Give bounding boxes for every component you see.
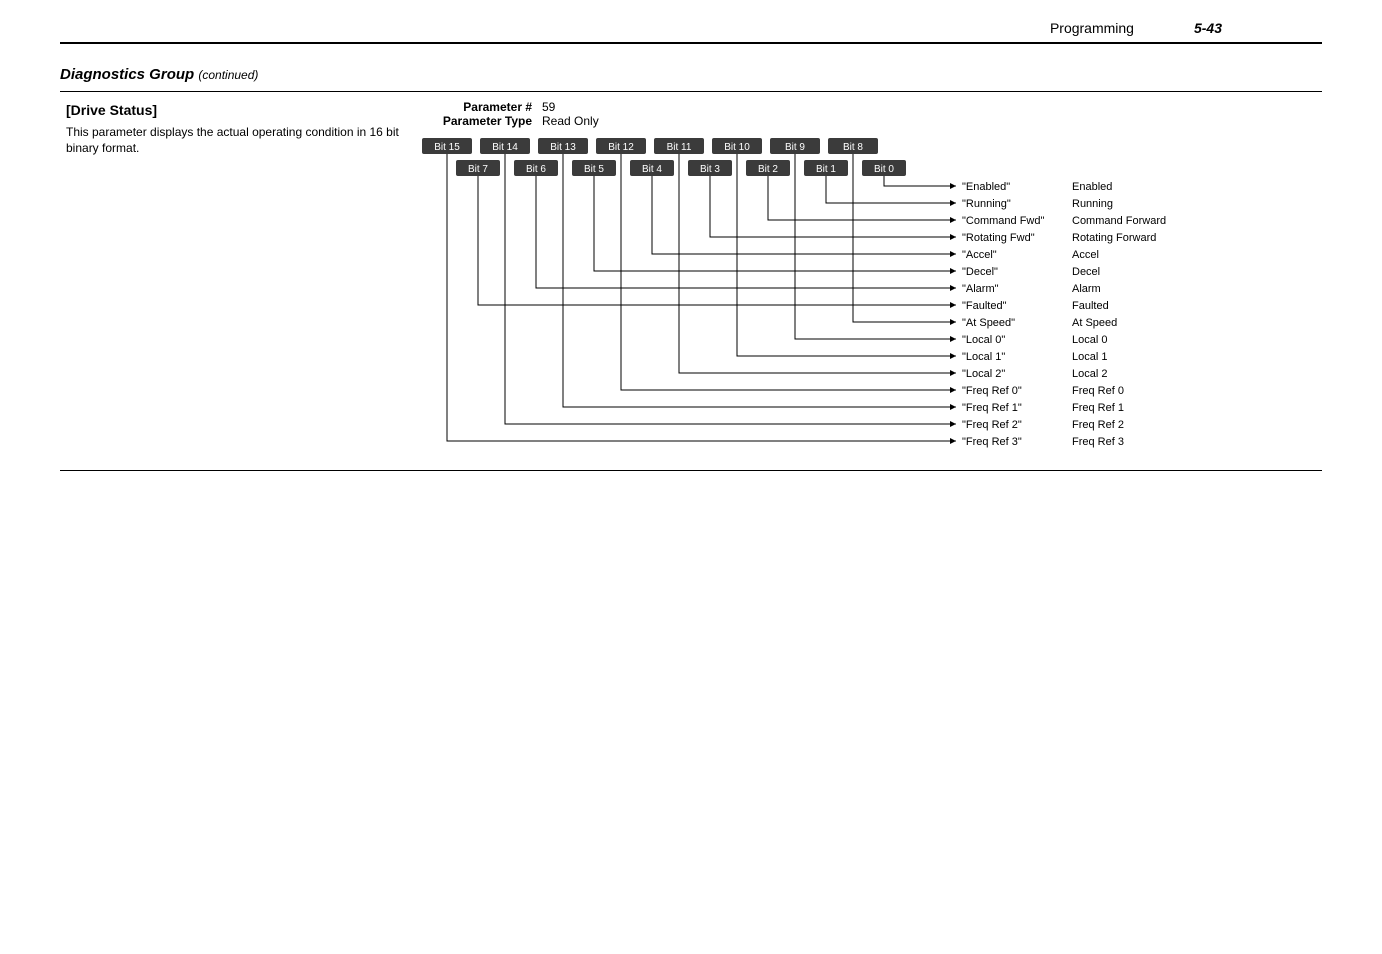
bit-chip-bottom-label: Bit 6 (526, 164, 546, 175)
bit-chip-top-label: Bit 14 (492, 142, 518, 153)
bit-description: Local 2 (1072, 368, 1107, 380)
bit-wire (795, 154, 956, 339)
parameter-block: [Drive Status] This parameter displays t… (60, 91, 1322, 471)
page-header: Programming 5-43 (60, 0, 1322, 44)
page-number: 5-43 (1194, 20, 1222, 36)
bit-wire (884, 176, 956, 186)
bit-wire (853, 154, 956, 322)
bit-wire (621, 154, 956, 390)
bit-description: Freq Ref 1 (1072, 402, 1124, 414)
parameter-left-panel: [Drive Status] This parameter displays t… (60, 98, 422, 470)
bit-wire (737, 154, 956, 356)
bit-label: "Rotating Fwd" (962, 232, 1035, 244)
bit-wire (768, 176, 956, 220)
bit-chip-bottom-label: Bit 0 (874, 164, 894, 175)
parameter-right-panel: Parameter # 59 Parameter Type Read Only … (422, 98, 1322, 470)
bit-description: Enabled (1072, 181, 1112, 193)
bit-label: "Freq Ref 0" (962, 385, 1022, 397)
bit-label: "Freq Ref 1" (962, 402, 1022, 414)
bit-wire (710, 176, 956, 237)
bit-wire (679, 154, 956, 373)
bit-wire (478, 176, 956, 305)
param-type-label: Parameter Type (422, 114, 542, 128)
bit-chip-bottom-label: Bit 1 (816, 164, 836, 175)
chapter-title: Programming (1050, 20, 1134, 36)
bit-label: "Local 0" (962, 334, 1005, 346)
bit-description: Rotating Forward (1072, 232, 1156, 244)
bit-label: "Local 2" (962, 368, 1005, 380)
bit-description: Alarm (1072, 283, 1101, 295)
bit-chip-bottom-label: Bit 3 (700, 164, 720, 175)
bit-chip-bottom-label: Bit 5 (584, 164, 604, 175)
bit-wire (826, 176, 956, 203)
bit-description: Freq Ref 2 (1072, 419, 1124, 431)
bit-chip-top-label: Bit 13 (550, 142, 576, 153)
bit-chip-top-label: Bit 8 (843, 142, 863, 153)
bit-description: Faulted (1072, 300, 1109, 312)
bit-label: "Enabled" (962, 181, 1010, 193)
parameter-description: This parameter displays the actual opera… (66, 124, 402, 156)
bit-description: Local 0 (1072, 334, 1107, 346)
bit-wire (505, 154, 956, 424)
param-type-value: Read Only (542, 114, 599, 128)
bit-description: Accel (1072, 249, 1099, 261)
bit-chip-top-label: Bit 9 (785, 142, 805, 153)
param-number-label: Parameter # (422, 100, 542, 114)
bit-chip-top-label: Bit 10 (724, 142, 750, 153)
parameter-name: [Drive Status] (66, 102, 402, 118)
bit-description: Decel (1072, 266, 1100, 278)
bit-label: "Faulted" (962, 300, 1007, 312)
bit-label: "Running" (962, 198, 1011, 210)
bit-chip-bottom-label: Bit 2 (758, 164, 778, 175)
bit-diagram: Bit 15 Bit 14 Bit 13 Bit 12 Bit 11 Bit 10 Bit … (422, 136, 1322, 466)
bit-chip-bottom-label: Bit 4 (642, 164, 662, 175)
bit-label: "Alarm" (962, 283, 999, 295)
bit-description: At Speed (1072, 317, 1117, 329)
bit-chip-top-label: Bit 12 (608, 142, 634, 153)
group-suffix: (continued) (198, 68, 258, 82)
bit-label: "Freq Ref 3" (962, 436, 1022, 448)
bit-chip-top-label: Bit 15 (434, 142, 460, 153)
bit-description: Freq Ref 0 (1072, 385, 1124, 397)
bit-label: "Decel" (962, 266, 998, 278)
bit-wire (652, 176, 956, 254)
group-title: Diagnostics Group (continued) (60, 66, 1322, 83)
bit-label: "At Speed" (962, 317, 1015, 329)
param-number-value: 59 (542, 100, 555, 114)
group-name: Diagnostics Group (60, 66, 194, 83)
bit-description: Freq Ref 3 (1072, 436, 1124, 448)
bit-wire (447, 154, 956, 441)
bit-label: "Command Fwd" (962, 215, 1044, 227)
bit-wire (563, 154, 956, 407)
bit-label: "Accel" (962, 249, 997, 261)
bit-description: Command Forward (1072, 215, 1166, 227)
bit-wire (594, 176, 956, 271)
bit-chip-top-label: Bit 11 (667, 142, 692, 153)
bit-label: "Local 1" (962, 351, 1005, 363)
parameter-meta: Parameter # 59 Parameter Type Read Only (422, 100, 1322, 128)
bit-description: Running (1072, 198, 1113, 210)
bit-description: Local 1 (1072, 351, 1107, 363)
bit-label: "Freq Ref 2" (962, 419, 1022, 431)
bit-chip-bottom-label: Bit 7 (468, 164, 488, 175)
